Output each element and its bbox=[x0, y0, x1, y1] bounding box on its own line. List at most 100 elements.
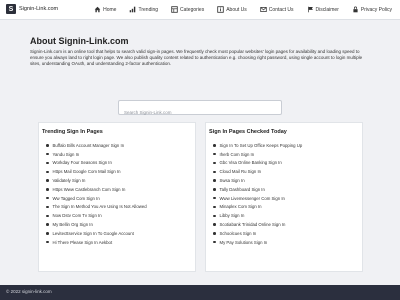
brand-link[interactable]: S Signin-Link.com bbox=[6, 4, 58, 14]
list-item: My Pay Solutions Sign In bbox=[206, 238, 362, 247]
home-icon bbox=[94, 6, 101, 13]
brand-logo: S bbox=[6, 4, 16, 14]
list-item: Workday Four Seasons Sign In bbox=[39, 159, 195, 168]
trending-card: Trending Sign In Pages Buffalo Bills Acc… bbox=[38, 122, 196, 272]
list-item: Validately Sign In bbox=[39, 176, 195, 185]
checked-link[interactable]: Schoolcues Sign In bbox=[220, 231, 257, 236]
list-item: Iherb Com Sign In bbox=[206, 150, 362, 159]
list-item: My Bellin Org Sign In bbox=[39, 220, 195, 229]
checked-link[interactable]: Scotiabank Trinidad Online Sign In bbox=[220, 222, 286, 227]
nav-about[interactable]: About Us bbox=[217, 6, 247, 13]
trending-list: Buffalo Bills Account Manager Sign In Ya… bbox=[39, 141, 195, 247]
list-item: Www Livemessenger Com Sign In bbox=[206, 194, 362, 203]
trending-title: Trending Sign In Pages bbox=[42, 129, 103, 135]
nav-trending[interactable]: Trending bbox=[129, 6, 158, 13]
nav-categories-label: Categories bbox=[180, 6, 205, 13]
bullet-icon bbox=[213, 196, 216, 200]
bullet-icon bbox=[46, 144, 49, 147]
trending-link[interactable]: My Bellin Org Sign In bbox=[53, 222, 93, 227]
trending-link[interactable]: Now Dstv Com Tv Sign In bbox=[53, 213, 102, 218]
checked-link[interactable]: Cloud Mail Ru Sign In bbox=[220, 169, 262, 174]
bullet-icon bbox=[46, 205, 49, 209]
list-item: Sign In To Set Up Office Keeps Popping U… bbox=[206, 141, 362, 150]
trending-link[interactable]: Ww Tagged Com Sign In bbox=[53, 196, 100, 201]
search-box bbox=[118, 100, 282, 119]
list-item: Buffalo Bills Account Manager Sign In bbox=[39, 141, 195, 150]
nav-links: Home Trending Categories About Us Contac… bbox=[81, 6, 392, 13]
list-item: Tally Dashboard Sign In bbox=[206, 185, 362, 194]
checked-link[interactable]: Minaplex Com Sign In bbox=[220, 204, 262, 209]
nav-about-label: About Us bbox=[226, 6, 247, 13]
trending-link[interactable]: The Sign In Method You Are Using Is Not … bbox=[53, 204, 147, 209]
trending-icon bbox=[130, 6, 136, 13]
checked-link[interactable]: Tally Dashboard Sign In bbox=[220, 187, 265, 192]
nav-home-label: Home bbox=[103, 6, 117, 13]
info-icon bbox=[217, 6, 224, 13]
list-item: Swsa Sign In bbox=[206, 176, 362, 185]
list-item: Https Mail Google Com Mail Sign In bbox=[39, 167, 195, 176]
bullet-icon bbox=[46, 179, 49, 182]
checked-link[interactable]: Www Livemessenger Com Sign In bbox=[220, 196, 285, 201]
list-item: Now Dstv Com Tv Sign In bbox=[39, 211, 195, 220]
trending-link[interactable]: Workday Four Seasons Sign In bbox=[53, 160, 112, 165]
brand-name: Signin-Link.com bbox=[19, 6, 59, 12]
about-text: Signin-Link.com is an online tool that h… bbox=[30, 49, 363, 66]
about-section: About Signin-Link.com Signin-Link.com is… bbox=[30, 36, 370, 67]
nav-disclaimer-label: Disclaimer bbox=[315, 6, 339, 13]
bullet-icon bbox=[213, 214, 216, 218]
bullet-icon bbox=[46, 240, 49, 244]
nav-privacy[interactable]: Privacy Policy bbox=[352, 6, 392, 13]
list-item: Libby Sign In bbox=[206, 211, 362, 220]
trending-link[interactable]: Buffalo Bills Account Manager Sign In bbox=[53, 143, 125, 148]
trending-link[interactable]: Yandu Sign In bbox=[53, 152, 80, 157]
checked-today-card: Sign In Pages Checked Today Sign In To S… bbox=[205, 122, 363, 272]
about-title: About Signin-Link.com bbox=[30, 36, 129, 46]
bullet-icon bbox=[213, 170, 216, 174]
nav-home[interactable]: Home bbox=[94, 6, 116, 13]
bullet-icon bbox=[213, 223, 216, 226]
bullet-icon bbox=[46, 196, 49, 200]
bullet-icon bbox=[46, 152, 49, 156]
checked-link[interactable]: Sign In To Set Up Office Keeps Popping U… bbox=[220, 143, 303, 148]
list-item: Levitecttservice Sign In To Google Accou… bbox=[39, 229, 195, 238]
top-navbar: S Signin-Link.com Home Trending Categori… bbox=[0, 0, 400, 20]
bullet-icon bbox=[213, 144, 216, 147]
nav-contact[interactable]: Contact Us bbox=[260, 6, 294, 13]
bullet-icon bbox=[46, 223, 49, 226]
bullet-icon bbox=[46, 170, 49, 174]
bullet-icon bbox=[213, 232, 216, 235]
trending-link[interactable]: Validately Sign In bbox=[53, 178, 86, 183]
nav-disclaimer[interactable]: Disclaimer bbox=[307, 6, 339, 13]
nav-categories[interactable]: Categories bbox=[171, 6, 204, 13]
checked-today-list: Sign In To Set Up Office Keeps Popping U… bbox=[206, 141, 362, 247]
bullet-icon bbox=[46, 161, 49, 165]
checked-link[interactable]: Iherb Com Sign In bbox=[220, 152, 255, 157]
footer: © 2022 signin-link.com bbox=[0, 285, 400, 300]
trending-link[interactable]: Hi There Please Sign In Aekbot bbox=[53, 240, 113, 245]
checked-link[interactable]: Swsa Sign In bbox=[220, 178, 245, 183]
list-item: Yandu Sign In bbox=[39, 150, 195, 159]
list-item: Ww Tagged Com Sign In bbox=[39, 194, 195, 203]
list-item: Hi There Please Sign In Aekbot bbox=[39, 238, 195, 247]
list-item: Https Www Castlebranch Com Sign In bbox=[39, 185, 195, 194]
checked-link[interactable]: Libby Sign In bbox=[220, 213, 245, 218]
bullet-icon bbox=[213, 179, 216, 182]
nav-contact-label: Contact Us bbox=[268, 6, 294, 13]
flag-icon bbox=[307, 6, 313, 13]
bullet-icon bbox=[213, 161, 216, 165]
checked-link[interactable]: Gbc Visa Online Banking Sign In bbox=[220, 160, 282, 165]
trending-link[interactable]: Https Www Castlebranch Com Sign In bbox=[53, 187, 126, 192]
checked-today-title: Sign In Pages Checked Today bbox=[209, 129, 287, 135]
bullet-icon bbox=[46, 188, 49, 191]
list-item: Gbc Visa Online Banking Sign In bbox=[206, 159, 362, 168]
list-item: Cloud Mail Ru Sign In bbox=[206, 167, 362, 176]
trending-link[interactable]: Https Mail Google Com Mail Sign In bbox=[53, 169, 121, 174]
bullet-icon bbox=[213, 205, 216, 209]
categories-icon bbox=[171, 6, 178, 13]
nav-privacy-label: Privacy Policy bbox=[360, 6, 392, 13]
bullet-icon bbox=[213, 152, 216, 156]
trending-link[interactable]: Levitecttservice Sign In To Google Accou… bbox=[53, 231, 134, 236]
search-input[interactable] bbox=[119, 106, 281, 119]
checked-link[interactable]: My Pay Solutions Sign In bbox=[220, 240, 268, 245]
list-item: Schoolcues Sign In bbox=[206, 229, 362, 238]
